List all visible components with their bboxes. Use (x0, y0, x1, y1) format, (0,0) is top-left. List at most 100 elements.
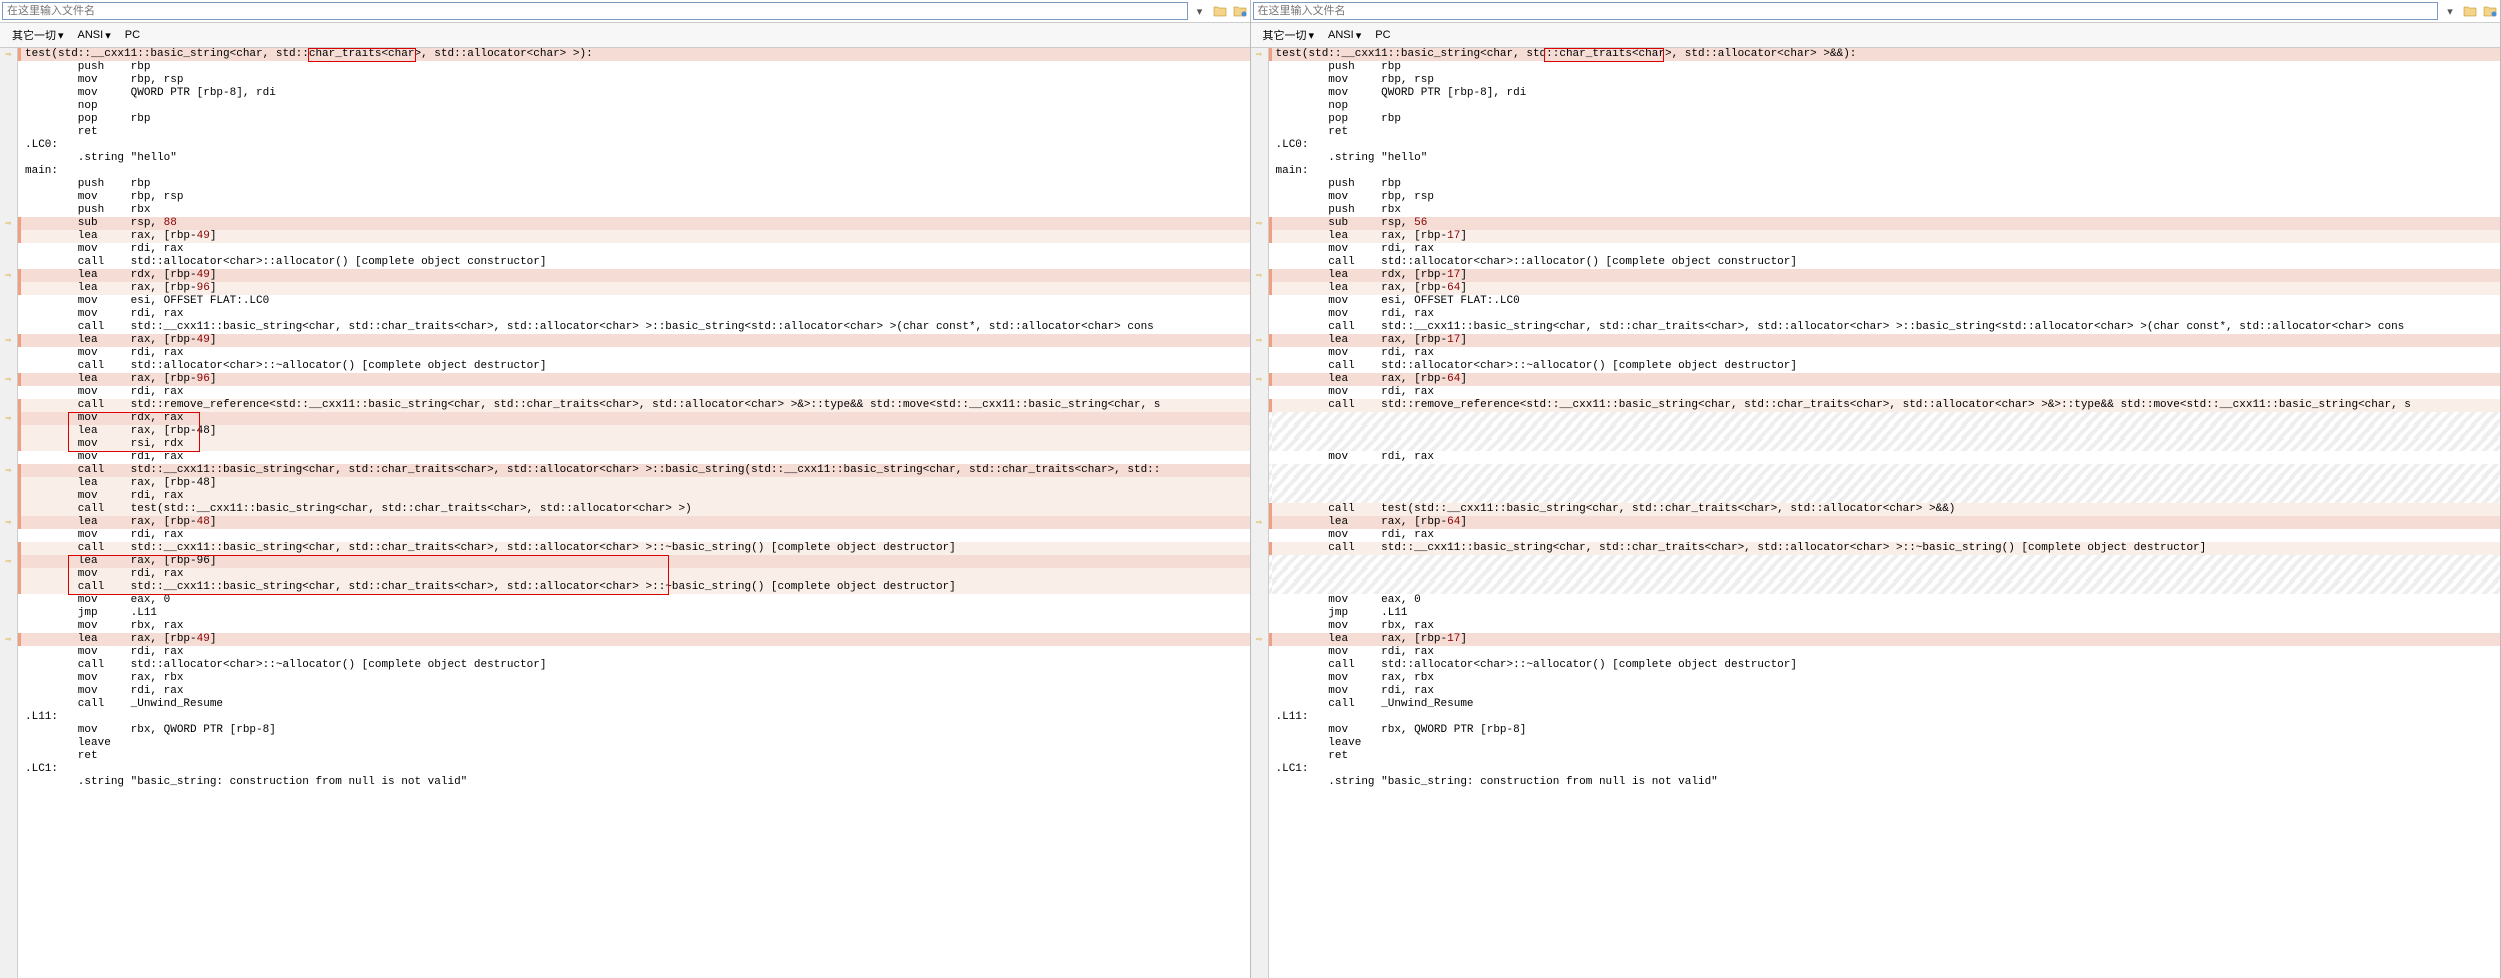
code-line[interactable]: mov esi, OFFSET FLAT:.LC0 (1269, 295, 2501, 308)
code-line[interactable]: mov rdi, rax (18, 451, 1250, 464)
code-line[interactable]: mov rdi, rax (18, 529, 1250, 542)
filename-dropdown-icon[interactable]: ▾ (2442, 5, 2458, 18)
code-line[interactable]: lea rax, [rbp-64] (1269, 516, 2501, 529)
code-line[interactable]: mov rdi, rax (1269, 308, 2501, 321)
code-line[interactable]: lea rax, [rbp-17] (1269, 334, 2501, 347)
code-line[interactable]: mov rdi, rax (18, 490, 1250, 503)
code-line[interactable]: lea rax, [rbp-64] (1269, 282, 2501, 295)
code-line[interactable] (1269, 464, 2501, 477)
code-line[interactable]: call std::allocator<char>::allocator() [… (18, 256, 1250, 269)
code-line[interactable]: call _Unwind_Resume (18, 698, 1250, 711)
code-line[interactable]: test(std::__cxx11::basic_string<char, st… (18, 48, 1250, 61)
code-line[interactable] (1269, 425, 2501, 438)
folder-open-icon[interactable] (2462, 3, 2478, 19)
code-line[interactable]: lea rdx, [rbp-17] (1269, 269, 2501, 282)
code-line[interactable]: mov rbx, QWORD PTR [rbp-8] (18, 724, 1250, 737)
code-line[interactable]: mov rax, rbx (1269, 672, 2501, 685)
platform-dropdown[interactable]: PC (1369, 27, 1396, 43)
code-line[interactable]: mov rbp, rsp (18, 74, 1250, 87)
code-line[interactable]: .LC1: (1269, 763, 2501, 776)
code-line[interactable] (1269, 438, 2501, 451)
code-line[interactable] (1269, 581, 2501, 594)
code-line[interactable]: call std::__cxx11::basic_string<char, st… (1269, 321, 2501, 334)
code-line[interactable]: mov rdi, rax (18, 347, 1250, 360)
code-line[interactable]: lea rdx, [rbp-49] (18, 269, 1250, 282)
code-line[interactable]: mov rbp, rsp (1269, 74, 2501, 87)
code-line[interactable]: mov rsi, rdx (18, 438, 1250, 451)
code-line[interactable]: nop (18, 100, 1250, 113)
code-area-left[interactable]: ⇨⇨⇨⇨⇨⇨⇨⇨⇨⇨ test(std::__cxx11::basic_stri… (0, 48, 1250, 978)
code-line[interactable]: mov rbx, rax (1269, 620, 2501, 633)
code-line[interactable]: nop (1269, 100, 2501, 113)
code-line[interactable]: ret (1269, 750, 2501, 763)
code-line[interactable]: push rbp (18, 178, 1250, 191)
code-line[interactable] (1269, 568, 2501, 581)
code-line[interactable]: call test(std::__cxx11::basic_string<cha… (1269, 503, 2501, 516)
folder-open-icon[interactable] (1212, 3, 1228, 19)
code-line[interactable]: mov rdi, rax (18, 646, 1250, 659)
code-line[interactable]: .LC1: (18, 763, 1250, 776)
code-line[interactable]: push rbp (1269, 61, 2501, 74)
code-line[interactable]: call std::__cxx11::basic_string<char, st… (18, 464, 1250, 477)
code-line[interactable]: mov QWORD PTR [rbp-8], rdi (18, 87, 1250, 100)
code-line[interactable]: push rbx (18, 204, 1250, 217)
code-line[interactable]: mov rbx, rax (18, 620, 1250, 633)
code-line[interactable]: ret (18, 126, 1250, 139)
code-line[interactable]: .string "basic_string: construction from… (1269, 776, 2501, 789)
code-line[interactable]: ret (1269, 126, 2501, 139)
code-line[interactable]: .string "hello" (18, 152, 1250, 165)
code-line[interactable]: lea rax, [rbp-17] (1269, 230, 2501, 243)
code-line[interactable]: pop rbp (18, 113, 1250, 126)
code-line[interactable] (1269, 555, 2501, 568)
code-line[interactable]: mov rdi, rax (18, 243, 1250, 256)
code-line[interactable]: mov QWORD PTR [rbp-8], rdi (1269, 87, 2501, 100)
code-line[interactable]: lea rax, [rbp-17] (1269, 633, 2501, 646)
code-line[interactable]: lea rax, [rbp-96] (18, 555, 1250, 568)
code-line[interactable] (1269, 412, 2501, 425)
code-line[interactable]: lea rax, [rbp-64] (1269, 373, 2501, 386)
code-line[interactable]: mov eax, 0 (18, 594, 1250, 607)
code-line[interactable]: call std::__cxx11::basic_string<char, st… (18, 542, 1250, 555)
code-line[interactable]: lea rax, [rbp-48] (18, 477, 1250, 490)
code-line[interactable]: mov rbp, rsp (1269, 191, 2501, 204)
code-line[interactable]: mov rdi, rax (18, 685, 1250, 698)
code-line[interactable]: main: (1269, 165, 2501, 178)
code-line[interactable]: pop rbp (1269, 113, 2501, 126)
code-line[interactable]: mov rdi, rax (1269, 646, 2501, 659)
code-line[interactable]: call std::allocator<char>::~allocator() … (18, 360, 1250, 373)
encoding-dropdown[interactable]: ANSI ▾ (72, 27, 117, 44)
code-line[interactable]: call std::allocator<char>::allocator() [… (1269, 256, 2501, 269)
folder-new-icon[interactable] (2482, 3, 2498, 19)
code-line[interactable] (1269, 490, 2501, 503)
filter-dropdown[interactable]: 其它一切 ▾ (6, 25, 70, 45)
code-line[interactable]: mov rax, rbx (18, 672, 1250, 685)
code-line[interactable]: mov rdi, rax (18, 308, 1250, 321)
code-line[interactable]: mov rdi, rax (18, 568, 1250, 581)
code-line[interactable]: lea rax, [rbp-48] (18, 516, 1250, 529)
code-line[interactable]: call std::remove_reference<std::__cxx11:… (1269, 399, 2501, 412)
folder-new-icon[interactable] (1232, 3, 1248, 19)
code-line[interactable]: lea rax, [rbp-49] (18, 230, 1250, 243)
code-line[interactable]: main: (18, 165, 1250, 178)
code-area-right[interactable]: ⇨⇨⇨⇨⇨⇨⇨ test(std::__cxx11::basic_string<… (1251, 48, 2501, 978)
code-line[interactable]: .L11: (18, 711, 1250, 724)
filename-input-right[interactable] (1253, 2, 2439, 20)
code-line[interactable]: .LC0: (1269, 139, 2501, 152)
code-line[interactable]: call test(std::__cxx11::basic_string<cha… (18, 503, 1250, 516)
code-line[interactable]: mov esi, OFFSET FLAT:.LC0 (18, 295, 1250, 308)
code-line[interactable] (1269, 477, 2501, 490)
code-line[interactable]: lea rax, [rbp-49] (18, 633, 1250, 646)
encoding-dropdown[interactable]: ANSI ▾ (1322, 27, 1367, 44)
code-line[interactable]: mov rdx, rax (18, 412, 1250, 425)
code-line[interactable]: mov rdi, rax (1269, 386, 2501, 399)
code-line[interactable]: leave (18, 737, 1250, 750)
code-line[interactable]: mov rdi, rax (1269, 451, 2501, 464)
code-line[interactable]: lea rax, [rbp-48] (18, 425, 1250, 438)
code-line[interactable]: mov rbx, QWORD PTR [rbp-8] (1269, 724, 2501, 737)
code-line[interactable]: call std::allocator<char>::~allocator() … (1269, 360, 2501, 373)
code-line[interactable]: push rbx (1269, 204, 2501, 217)
code-line[interactable]: sub rsp, 56 (1269, 217, 2501, 230)
code-line[interactable]: .string "basic_string: construction from… (18, 776, 1250, 789)
code-line[interactable]: test(std::__cxx11::basic_string<char, st… (1269, 48, 2501, 61)
code-line[interactable]: push rbp (18, 61, 1250, 74)
